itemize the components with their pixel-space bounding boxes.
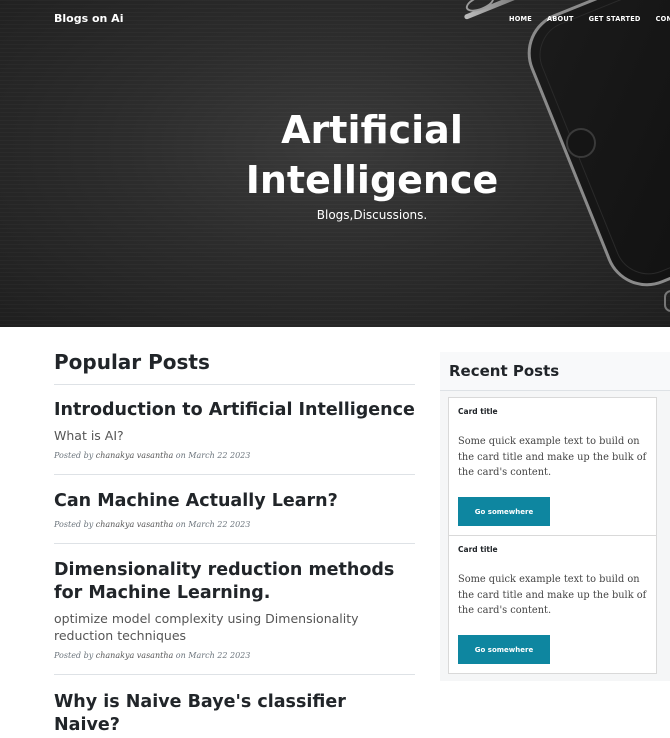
hero-subtitle: Blogs,Discussions. (316, 208, 428, 222)
post-meta-prefix: Posted by (54, 451, 94, 460)
post-preview[interactable]: Introduction to Artificial Intelligence … (54, 385, 415, 475)
post-author-link[interactable]: chanakya vasantha (96, 451, 173, 460)
brand-link[interactable]: Blogs on Ai (54, 12, 123, 25)
go-somewhere-button[interactable]: Go somewhere (458, 497, 550, 526)
hero-title-line2: Intelligence (245, 158, 499, 202)
card-title: Card title (458, 545, 498, 554)
card-title: Card title (458, 407, 498, 416)
popular-posts-section: Popular Posts Introduction to Artificial… (54, 350, 415, 738)
nav-about[interactable]: ABOUT (547, 15, 574, 23)
card-text: Some quick example text to build on the … (458, 574, 647, 617)
post-author-link[interactable]: chanakya vasantha (96, 651, 173, 660)
recent-post-card: Card title Some quick example text to bu… (448, 535, 657, 674)
recent-posts-heading: Recent Posts (440, 352, 670, 391)
hero-header: Blogs on Ai HOME ABOUT GET STARTED CONTA… (0, 0, 670, 327)
post-meta-prefix: Posted by (54, 520, 94, 529)
hero-title: Artificial Intelligence (0, 105, 670, 205)
post-date: on March 22 2023 (175, 520, 251, 529)
post-meta-prefix: Posted by (54, 651, 94, 660)
card-text: Some quick example text to build on the … (458, 436, 647, 479)
post-date: on March 22 2023 (175, 451, 251, 460)
post-subtitle[interactable]: optimize model complexity using Dimensio… (54, 610, 415, 644)
recent-post-card: Card title Some quick example text to bu… (448, 397, 657, 536)
post-meta: Posted by chanakya vasantha on March 22 … (54, 520, 415, 529)
post-title[interactable]: Dimensionality reduction methods for Mac… (54, 559, 415, 605)
post-preview[interactable]: Dimensionality reduction methods for Mac… (54, 544, 415, 675)
post-title[interactable]: Why is Naive Baye's classifier Naive? (54, 691, 415, 737)
post-subtitle[interactable]: What is AI? (54, 427, 415, 444)
post-preview[interactable]: Why is Naive Baye's classifier Naive? (54, 675, 415, 738)
main-nav: HOME ABOUT GET STARTED CONTACT (509, 15, 670, 23)
post-meta: Posted by chanakya vasantha on March 22 … (54, 651, 415, 660)
post-author-link[interactable]: chanakya vasantha (96, 520, 173, 529)
post-title[interactable]: Introduction to Artificial Intelligence (54, 399, 415, 422)
post-meta: Posted by chanakya vasantha on March 22 … (54, 451, 415, 460)
decorative-edge-shape (664, 290, 670, 312)
popular-posts-heading: Popular Posts (54, 350, 415, 385)
nav-contact[interactable]: CONTACT (656, 15, 670, 23)
nav-home[interactable]: HOME (509, 15, 532, 23)
post-preview[interactable]: Can Machine Actually Learn? Posted by ch… (54, 475, 415, 544)
hero-title-line1: Artificial (281, 108, 463, 152)
go-somewhere-button[interactable]: Go somewhere (458, 635, 550, 664)
nav-get-started[interactable]: GET STARTED (589, 15, 641, 23)
post-date: on March 22 2023 (175, 651, 251, 660)
post-title[interactable]: Can Machine Actually Learn? (54, 490, 415, 513)
